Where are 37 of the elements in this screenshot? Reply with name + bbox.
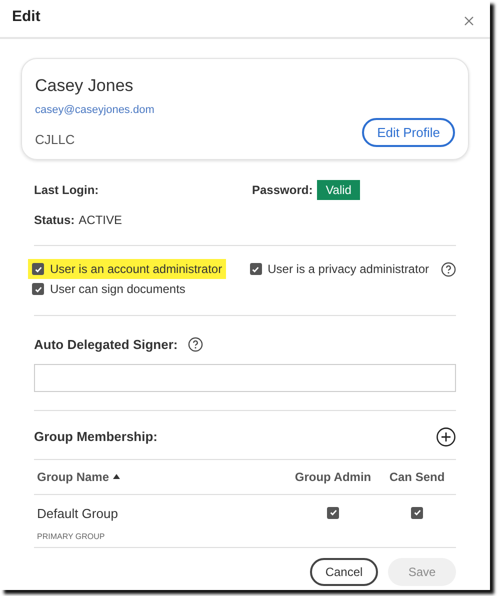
sort-ascending-icon <box>113 474 120 479</box>
help-icon[interactable] <box>441 262 456 276</box>
status-label: Status: <box>34 212 75 229</box>
checkmark-icon <box>34 284 42 294</box>
column-header[interactable]: Group Admin <box>285 468 381 486</box>
last-login-label: Last Login: <box>34 182 100 199</box>
company-name: CJLLC <box>35 130 76 148</box>
edit-profile-button[interactable]: Edit Profile <box>362 118 455 147</box>
checkbox[interactable] <box>327 506 339 518</box>
checkbox-option[interactable]: User is an account administrator <box>28 259 226 279</box>
checkbox[interactable] <box>32 283 44 295</box>
checkmark-icon <box>251 264 260 274</box>
cancel-button[interactable]: Cancel <box>310 558 378 586</box>
group-name: Default Group <box>37 504 119 523</box>
column-header[interactable]: Group Name <box>37 468 285 486</box>
delegated-signer-field[interactable] <box>34 364 456 392</box>
checkmark-icon <box>328 508 338 517</box>
checkbox-option[interactable]: User is a privacy administrator <box>246 259 433 279</box>
checkmark-icon <box>34 264 42 274</box>
group-note: PRIMARY GROUP <box>37 531 106 543</box>
column-header[interactable]: Can Send <box>381 468 453 486</box>
auto-delegated-signer-label: Auto Delegated Signer: <box>34 336 178 354</box>
dialog-title: Edit <box>12 7 40 27</box>
password-label: Password: <box>252 182 313 199</box>
checkmark-icon <box>412 508 422 517</box>
user-email: casey@caseyjones.dom <box>35 103 154 118</box>
close-icon[interactable] <box>464 16 474 26</box>
user-name: Casey Jones <box>35 74 134 96</box>
group-membership-label: Group Membership: <box>34 428 158 446</box>
password-status-badge: Valid <box>316 180 360 200</box>
add-icon[interactable] <box>436 426 456 446</box>
checkbox-option[interactable]: User can sign documents <box>28 279 190 299</box>
checkbox[interactable] <box>411 506 423 518</box>
status-value: ACTIVE <box>78 212 122 229</box>
help-icon[interactable] <box>188 337 203 352</box>
checkbox[interactable] <box>250 263 262 275</box>
checkbox[interactable] <box>32 263 44 275</box>
